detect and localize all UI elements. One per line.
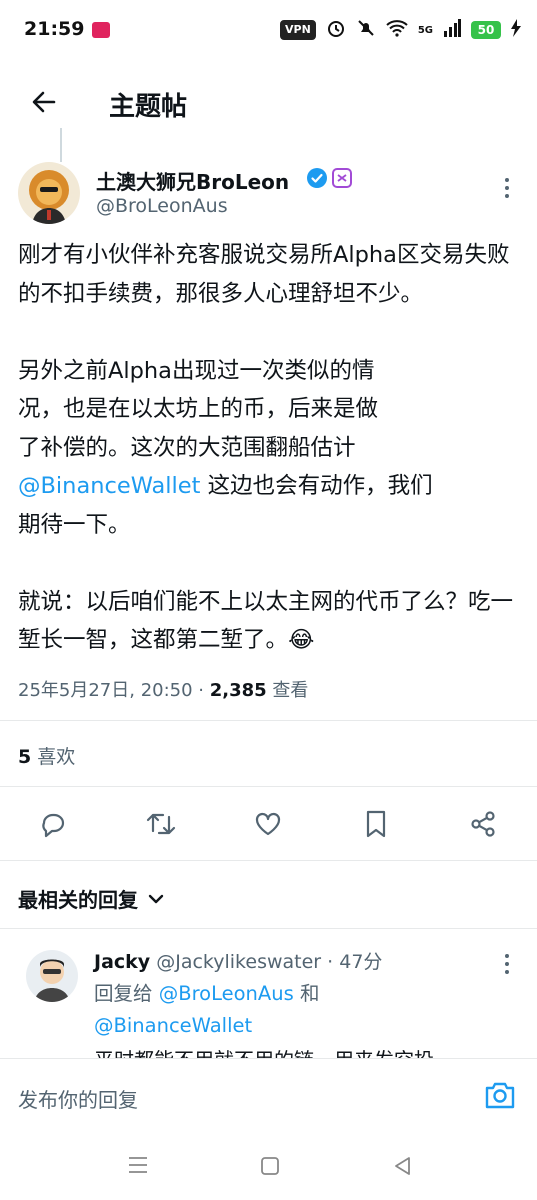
reply-author-name[interactable]: Jacky	[94, 951, 150, 973]
mention-link[interactable]: @BroLeonAus	[159, 982, 294, 1005]
menu-icon	[129, 1157, 147, 1173]
reply-text: 平时都能不用就不用的链，用来发空投	[94, 1044, 514, 1058]
likes-count: 5	[18, 746, 32, 768]
meta-separator: ·	[192, 680, 210, 701]
tweet-line: 期待一下。	[18, 511, 131, 538]
battery-indicator: 50	[471, 21, 501, 39]
bookmark-button[interactable]	[358, 806, 394, 842]
tweet-line: 了补偿的。这次的大范围翻船估计	[18, 434, 356, 461]
reply-avatar[interactable]	[26, 950, 78, 1002]
reply-to-prefix: 回复给	[94, 982, 159, 1005]
chevron-down-icon	[148, 894, 164, 903]
person-avatar-icon	[34, 959, 70, 1002]
charging-icon	[511, 19, 521, 41]
likes-label: 喜欢	[31, 746, 76, 768]
divider	[0, 720, 537, 721]
tweet-paragraph-3: 就说：以后咱们能不上以太主网的代币了么？吃一堑长一智，这都第二堑了。😂	[18, 588, 514, 654]
views-label: 查看	[266, 680, 309, 701]
more-options-button[interactable]	[497, 176, 517, 204]
author-handle[interactable]: @BroLeonAus	[96, 195, 228, 217]
reply-to-and: 和	[293, 982, 320, 1005]
notification-icon	[92, 22, 110, 38]
lion-avatar-icon	[29, 170, 69, 224]
heart-icon	[255, 812, 281, 836]
wifi-icon	[386, 19, 408, 41]
views-count: 2,385	[209, 680, 267, 701]
reply-icon	[42, 813, 65, 838]
tweet-meta: 25年5月27日, 20:50 · 2,385 查看	[18, 676, 308, 702]
signal-icon	[443, 19, 461, 41]
reply-compose-input[interactable]: 发布你的回复	[18, 1084, 138, 1113]
status-time: 21:59	[24, 18, 85, 40]
back-triangle-icon	[395, 1157, 410, 1175]
author-avatar[interactable]	[18, 162, 80, 224]
home-nav-button[interactable]	[260, 1156, 280, 1180]
reply-to-line: 回复给 @BroLeonAus 和 @BinanceWallet	[94, 978, 514, 1042]
tweet-timestamp[interactable]: 25年5月27日, 20:50	[18, 680, 193, 701]
camera-icon	[485, 1082, 515, 1109]
reply-header: Jacky @Jackylikeswater · 47分	[94, 947, 382, 974]
tweet-text: 刚才有小伙伴补充客服说交易所Alpha区交易失败的不扣手续费，那很多人心理舒坦不…	[18, 236, 523, 660]
back-nav-button[interactable]	[393, 1156, 413, 1180]
alarm-icon	[326, 18, 346, 42]
reply-button[interactable]	[35, 806, 71, 842]
affiliation-badge-icon[interactable]	[332, 168, 352, 188]
more-vertical-icon	[505, 954, 509, 974]
divider	[0, 786, 537, 787]
reply-time: · 47分	[321, 951, 383, 973]
tweet-line: 况，也是在以太坊上的币，后来是做	[18, 396, 379, 422]
page-title: 主题帖	[109, 92, 188, 122]
home-square-icon	[261, 1157, 279, 1175]
reply-sort-dropdown[interactable]: 最相关的回复	[18, 884, 164, 913]
tweet-line: 这边也会有动作，我们	[200, 473, 433, 499]
more-vertical-icon	[505, 178, 509, 198]
vpn-badge: VPN	[280, 20, 316, 40]
mention-link[interactable]: @BinanceWallet	[94, 1014, 252, 1037]
divider	[0, 928, 537, 929]
system-nav-bar	[0, 1130, 537, 1200]
menu-nav-button[interactable]	[128, 1156, 148, 1178]
repost-button[interactable]	[143, 806, 179, 842]
network-label: 5G	[417, 24, 433, 36]
reply-author-handle[interactable]: @Jackylikeswater	[156, 951, 321, 973]
status-icons: VPN 5G 50	[280, 18, 521, 42]
share-button[interactable]	[465, 806, 501, 842]
back-button[interactable]	[30, 88, 58, 120]
camera-button[interactable]	[484, 1080, 516, 1114]
author-name[interactable]: 土澳大狮兄BroLeon	[96, 166, 289, 195]
thread-line	[60, 128, 62, 162]
tweet-paragraph-1: 刚才有小伙伴补充客服说交易所Alpha区交易失败的不扣手续费，那很多人心理舒坦不…	[18, 242, 510, 307]
repost-icon	[146, 813, 176, 835]
like-button[interactable]	[250, 806, 286, 842]
back-arrow-icon	[32, 91, 56, 113]
likes-summary[interactable]: 5 喜欢	[18, 742, 75, 769]
verified-badge-icon	[307, 168, 327, 192]
mute-icon	[356, 18, 376, 42]
tweet-line: 另外之前Alpha出现过一次类似的情	[18, 357, 375, 384]
reply-sort-label: 最相关的回复	[18, 888, 138, 912]
mention-link[interactable]: @BinanceWallet	[18, 473, 200, 499]
bookmark-icon	[366, 810, 386, 838]
reply-more-button[interactable]	[497, 952, 517, 980]
divider	[0, 860, 537, 861]
tweet-paragraph-2: 另外之前Alpha出现过一次类似的情 况，也是在以太坊上的币，后来是做 了补偿的。这…	[18, 352, 523, 545]
share-icon	[471, 811, 495, 837]
